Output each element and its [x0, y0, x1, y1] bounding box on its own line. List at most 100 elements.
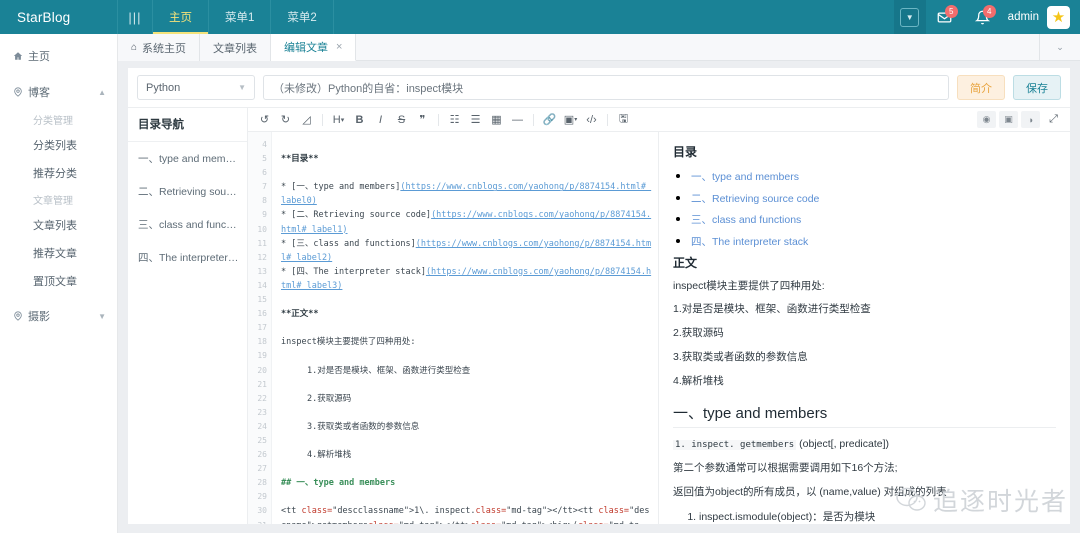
- sidebar-item-featured-article[interactable]: 推荐文章: [0, 239, 117, 267]
- preview-usage-1: 1.对是否是模块、框架、函数进行类型检查: [673, 303, 871, 316]
- editor-wrapper: 目录导航 一、type and members 二、Retrieving sou…: [128, 107, 1070, 524]
- menu-bars-icon[interactable]: |||: [118, 0, 152, 34]
- quote-icon[interactable]: ❞: [412, 110, 433, 130]
- markdown-line: 1.对是否是模块、框架、函数进行类型检查: [307, 365, 471, 376]
- brand-logo[interactable]: StarBlog: [0, 0, 118, 34]
- sidebar-item-blog[interactable]: 博客 ▲: [0, 77, 117, 107]
- markdown-bold: **正文**: [281, 309, 319, 320]
- toc-item-2[interactable]: 二、Retrieving sourc...: [128, 175, 247, 208]
- clear-format-icon[interactable]: ◿: [296, 110, 317, 130]
- category-select-value: Python: [146, 81, 181, 94]
- line-number: 6: [262, 168, 267, 178]
- markdown-line: 2.获取源码: [307, 393, 352, 404]
- topnav-item-menu2[interactable]: 菜单2: [271, 0, 334, 34]
- tab-strip: ⌂ 系统主页 文章列表 编辑文章 × ⌄: [118, 34, 1080, 61]
- table-icon[interactable]: ▦: [486, 110, 507, 130]
- line-number: 23: [257, 407, 267, 417]
- topnav-item-home[interactable]: 主页: [152, 0, 209, 34]
- preview-eye-icon[interactable]: ◉: [977, 111, 996, 128]
- messages-button[interactable]: 5: [926, 0, 964, 34]
- image-icon[interactable]: ▣ ▾: [560, 110, 581, 130]
- notifications-button[interactable]: 4: [964, 0, 1002, 34]
- tab-label: 编辑文章: [284, 42, 329, 54]
- tab-label: 系统主页: [142, 42, 187, 55]
- line-number: 29: [257, 492, 267, 502]
- line-number: 12: [257, 252, 267, 262]
- markdown-line: [281, 166, 652, 180]
- save-button[interactable]: 保存: [1013, 75, 1061, 100]
- preview-section-heading: 一、type and members: [673, 402, 1056, 429]
- line-number: 11: [257, 238, 267, 248]
- redo-icon[interactable]: ↻: [275, 110, 296, 130]
- sync-scroll-icon[interactable]: ◑: [1021, 111, 1040, 128]
- chevron-down-icon: ▼: [900, 7, 920, 27]
- markdown-source-pane[interactable]: 4 5 6 7 8 9 10 11 12 13 14 15 16 17 18 19 20 21 22 23 24 25 26…: [248, 132, 659, 524]
- list-item[interactable]: 四、The interpreter stack: [691, 232, 1056, 250]
- close-icon[interactable]: ×: [336, 41, 342, 53]
- list-item[interactable]: 三、class and functions: [691, 210, 1056, 228]
- intro-button[interactable]: 简介: [957, 75, 1005, 100]
- markdown-html-line: <tt class="descclassname">1\. inspect.cl…: [281, 506, 650, 524]
- markdown-textarea[interactable]: **目录** * [一、type and members](https://ww…: [272, 132, 658, 524]
- markdown-line: **目录**: [281, 152, 652, 166]
- line-number: 14: [257, 280, 267, 290]
- markdown-line: ## 一、type and members: [281, 476, 652, 490]
- sidebar-item-pinned-article[interactable]: 置顶文章: [0, 267, 117, 295]
- tab-system-home[interactable]: ⌂ 系统主页: [118, 34, 201, 61]
- horizontal-rule-icon[interactable]: —: [507, 110, 528, 130]
- tab-article-list[interactable]: 文章列表: [200, 34, 272, 61]
- chevron-down-icon[interactable]: ⌄: [1040, 34, 1080, 60]
- tab-edit-article[interactable]: 编辑文章 ×: [271, 34, 357, 61]
- unordered-list-icon[interactable]: ☰: [465, 110, 486, 130]
- category-select[interactable]: Python ▼: [137, 75, 255, 100]
- save-doc-icon[interactable]: 🖫: [613, 110, 634, 130]
- preview-toc-link: 四、The interpreter stack: [691, 235, 809, 248]
- markdown-line: [281, 138, 652, 152]
- sidebar-item-label: 主页: [28, 51, 50, 63]
- top-header: StarBlog ||| 主页 菜单1 菜单2 ▼ 5 4 admin ★: [0, 0, 1080, 34]
- toc-item-3[interactable]: 三、class and functions: [128, 208, 247, 241]
- split-window-icon[interactable]: ▣: [999, 111, 1018, 128]
- toc-item-4[interactable]: 四、The interpreter st...: [128, 241, 247, 274]
- sidebar-item-category-list[interactable]: 分类列表: [0, 131, 117, 159]
- topnav-label: 主页: [169, 12, 192, 24]
- markdown-line: [281, 321, 652, 335]
- fullscreen-toggle-button[interactable]: ▼: [893, 0, 926, 34]
- sidebar-item-home[interactable]: 主页: [0, 41, 117, 71]
- line-number: 13: [257, 266, 267, 276]
- home-icon: ⌂: [131, 42, 138, 53]
- sidebar-item-label: 摄影: [28, 311, 50, 323]
- avatar[interactable]: ★: [1047, 5, 1070, 29]
- messages-badge: 5: [944, 5, 958, 18]
- chevron-down-icon: ▼: [98, 311, 106, 321]
- strikethrough-icon[interactable]: S: [391, 110, 412, 130]
- code-icon[interactable]: ‹/›: [581, 110, 602, 130]
- list-item[interactable]: 二、Retrieving source code: [691, 189, 1056, 207]
- italic-icon[interactable]: I: [370, 110, 391, 130]
- undo-icon[interactable]: ↺: [254, 110, 275, 130]
- list-item[interactable]: 一、type and members: [691, 167, 1056, 185]
- markdown-line: * [四、The interpreter stack](https://www.…: [281, 265, 652, 293]
- chevron-up-icon: ▲: [98, 87, 106, 97]
- article-title-input[interactable]: （未修改）Python的自省：inspect模块: [263, 75, 949, 100]
- fullscreen-icon[interactable]: ⤢: [1043, 110, 1064, 130]
- heading-icon[interactable]: H ▾: [328, 110, 349, 130]
- markdown-line: [281, 293, 652, 307]
- topnav-label: 菜单1: [225, 12, 255, 24]
- ordered-list-icon[interactable]: ☷: [444, 110, 465, 130]
- markdown-text: * [四、The interpreter stack]: [281, 266, 426, 277]
- markdown-bold: **目录**: [281, 154, 319, 165]
- markdown-text: * [二、Retrieving source code]: [281, 210, 432, 221]
- username-label[interactable]: admin: [1008, 11, 1039, 23]
- markdown-line: inspect模块主要提供了四种用处:: [281, 337, 416, 348]
- tab-label: 文章列表: [213, 42, 258, 55]
- sidebar-item-article-list[interactable]: 文章列表: [0, 211, 117, 239]
- line-number: 10: [257, 224, 267, 234]
- preview-body-heading: 正文: [673, 255, 698, 270]
- sidebar-item-photography[interactable]: 摄影 ▼: [0, 301, 117, 331]
- sidebar-item-featured-category[interactable]: 推荐分类: [0, 159, 117, 187]
- bold-icon[interactable]: B: [349, 110, 370, 130]
- link-icon[interactable]: 🔗: [539, 110, 560, 130]
- topnav-item-menu1[interactable]: 菜单1: [209, 0, 272, 34]
- toc-item-1[interactable]: 一、type and members: [128, 142, 247, 175]
